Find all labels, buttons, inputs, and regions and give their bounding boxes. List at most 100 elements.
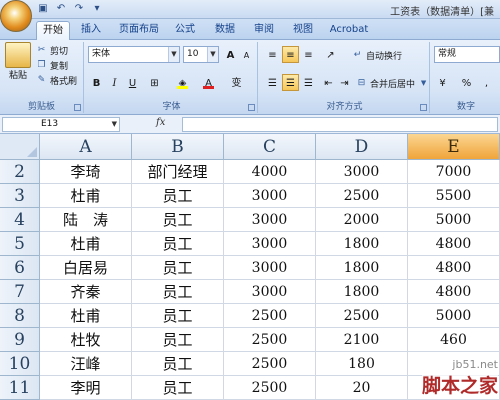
tab-data[interactable]: 数据: [210, 21, 240, 40]
align-middle-button[interactable]: ≡: [282, 46, 299, 63]
cell-c-11[interactable]: 2500: [224, 376, 316, 400]
grow-font-button[interactable]: A: [222, 46, 239, 63]
cell-a-2[interactable]: 李琦: [40, 160, 132, 184]
align-right-button[interactable]: ☰: [300, 74, 317, 91]
cell-a-4[interactable]: 陆 涛: [40, 208, 132, 232]
font-size-select[interactable]: 10 ▼: [183, 46, 219, 63]
clipboard-launcher-icon[interactable]: [74, 104, 81, 111]
save-icon[interactable]: ▣: [36, 2, 50, 16]
cell-a-10[interactable]: 汪峰: [40, 352, 132, 376]
column-header-d[interactable]: D: [316, 134, 408, 160]
cell-b-3[interactable]: 员工: [132, 184, 224, 208]
cell-a-8[interactable]: 杜甫: [40, 304, 132, 328]
tab-home[interactable]: 开始: [36, 21, 70, 40]
cell-e-2[interactable]: 7000: [408, 160, 500, 184]
cell-d-8[interactable]: 2500: [316, 304, 408, 328]
cell-d-2[interactable]: 3000: [316, 160, 408, 184]
fill-color-button[interactable]: ◈: [174, 74, 191, 91]
row-header[interactable]: 8: [0, 304, 40, 328]
format-painter-button[interactable]: ✎ 格式刷: [36, 74, 77, 87]
font-color-button[interactable]: A: [200, 74, 217, 91]
cell-a-11[interactable]: 李明: [40, 376, 132, 400]
cell-c-7[interactable]: 3000: [224, 280, 316, 304]
cell-e-8[interactable]: 5000: [408, 304, 500, 328]
cell-e-6[interactable]: 4800: [408, 256, 500, 280]
row-header[interactable]: 3: [0, 184, 40, 208]
underline-button[interactable]: U: [124, 74, 141, 91]
paste-button[interactable]: 粘贴: [4, 42, 32, 81]
cell-c-6[interactable]: 3000: [224, 256, 316, 280]
row-header[interactable]: 7: [0, 280, 40, 304]
tab-page-layout[interactable]: 页面布局: [114, 21, 164, 40]
row-header[interactable]: 10: [0, 352, 40, 376]
undo-icon[interactable]: ↶: [54, 2, 68, 16]
formula-input[interactable]: [182, 117, 498, 132]
row-header[interactable]: 11: [0, 376, 40, 400]
tab-view[interactable]: 视图: [288, 21, 318, 40]
cell-b-4[interactable]: 员工: [132, 208, 224, 232]
cell-d-7[interactable]: 1800: [316, 280, 408, 304]
cell-d-9[interactable]: 2100: [316, 328, 408, 352]
column-header-a[interactable]: A: [40, 134, 132, 160]
cell-a-6[interactable]: 白居易: [40, 256, 132, 280]
column-header-c[interactable]: C: [224, 134, 316, 160]
cell-a-9[interactable]: 杜牧: [40, 328, 132, 352]
cut-button[interactable]: ✂ 剪切: [36, 44, 68, 57]
cell-b-9[interactable]: 员工: [132, 328, 224, 352]
cell-e-3[interactable]: 5500: [408, 184, 500, 208]
cell-d-11[interactable]: 20: [316, 376, 408, 400]
tab-acrobat[interactable]: Acrobat: [326, 21, 372, 40]
insert-function-icon[interactable]: fx: [156, 117, 165, 128]
cell-b-11[interactable]: 员工: [132, 376, 224, 400]
decrease-indent-button[interactable]: ⇤: [320, 74, 337, 91]
select-all-corner[interactable]: [0, 134, 40, 160]
align-top-button[interactable]: ≡: [264, 46, 281, 63]
cell-c-5[interactable]: 3000: [224, 232, 316, 256]
orientation-button[interactable]: ↗: [322, 46, 339, 63]
accounting-format-button[interactable]: ¥: [434, 74, 451, 91]
increase-indent-button[interactable]: ⇥: [336, 74, 353, 91]
tab-insert[interactable]: 插入: [76, 21, 106, 40]
cell-b-8[interactable]: 员工: [132, 304, 224, 328]
cell-e-7[interactable]: 4800: [408, 280, 500, 304]
font-name-select[interactable]: 宋体 ▼: [88, 46, 180, 63]
cell-b-2[interactable]: 部门经理: [132, 160, 224, 184]
cell-a-5[interactable]: 杜甫: [40, 232, 132, 256]
wrap-text-button[interactable]: ↵ 自动换行: [352, 49, 402, 62]
cell-c-2[interactable]: 4000: [224, 160, 316, 184]
cell-d-6[interactable]: 1800: [316, 256, 408, 280]
cell-a-7[interactable]: 齐秦: [40, 280, 132, 304]
align-center-button[interactable]: ☰: [282, 74, 299, 91]
cell-d-4[interactable]: 2000: [316, 208, 408, 232]
row-header[interactable]: 6: [0, 256, 40, 280]
phonetic-button[interactable]: 变: [228, 74, 245, 91]
number-format-select[interactable]: 常规: [434, 46, 500, 63]
tab-review[interactable]: 审阅: [249, 21, 279, 40]
cell-c-10[interactable]: 2500: [224, 352, 316, 376]
redo-icon[interactable]: ↷: [72, 2, 86, 16]
shrink-font-button[interactable]: A: [238, 46, 255, 63]
name-box[interactable]: E13 ▼: [2, 117, 120, 132]
row-header[interactable]: 5: [0, 232, 40, 256]
bold-button[interactable]: B: [88, 74, 105, 91]
cell-c-9[interactable]: 2500: [224, 328, 316, 352]
cell-e-9[interactable]: 460: [408, 328, 500, 352]
column-header-b[interactable]: B: [132, 134, 224, 160]
alignment-launcher-icon[interactable]: [420, 104, 427, 111]
cell-c-4[interactable]: 3000: [224, 208, 316, 232]
merge-center-button[interactable]: ⊟ 合并后居中 ▼: [356, 77, 429, 90]
comma-button[interactable]: ,: [478, 74, 495, 91]
cell-e-4[interactable]: 5000: [408, 208, 500, 232]
borders-button[interactable]: ⊞: [146, 74, 163, 91]
align-bottom-button[interactable]: ≡: [300, 46, 317, 63]
cell-b-10[interactable]: 员工: [132, 352, 224, 376]
cell-e-5[interactable]: 4800: [408, 232, 500, 256]
row-header[interactable]: 4: [0, 208, 40, 232]
row-header[interactable]: 9: [0, 328, 40, 352]
cell-c-8[interactable]: 2500: [224, 304, 316, 328]
font-launcher-icon[interactable]: [248, 104, 255, 111]
italic-button[interactable]: I: [106, 74, 123, 91]
cell-d-10[interactable]: 180: [316, 352, 408, 376]
cell-d-5[interactable]: 1800: [316, 232, 408, 256]
office-button[interactable]: [0, 0, 32, 32]
